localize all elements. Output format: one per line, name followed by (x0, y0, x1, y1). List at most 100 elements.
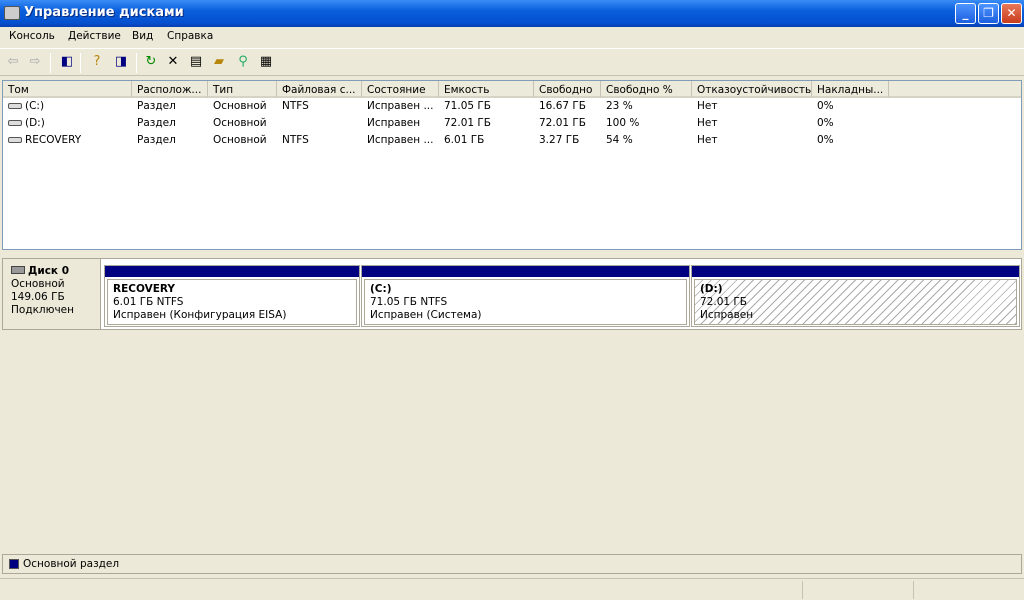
cell-text: 72.01 ГБ (539, 117, 587, 129)
menu-bar: Консоль Действие Вид Справка (0, 27, 1024, 47)
cell-free-percent: 54 % (601, 132, 692, 149)
primary-partition-bar (362, 266, 689, 277)
menu-action[interactable]: Действие (68, 30, 121, 42)
cell-capacity: 71.05 ГБ (439, 98, 534, 115)
status-divider (802, 581, 803, 599)
cell-text: Раздел (137, 100, 176, 112)
separator (136, 53, 137, 73)
cell-free: 72.01 ГБ (534, 115, 601, 132)
cell-text: 6.01 ГБ (444, 134, 485, 146)
table-row[interactable]: (C:) Раздел Основной NTFS Исправен ... 71.05 … (3, 98, 1021, 115)
cell-text: Нет (697, 100, 718, 112)
show-hide-action-pane-icon[interactable]: ◨ (112, 53, 130, 71)
cell-text: Раздел (137, 117, 176, 129)
column-header-layout[interactable]: Располож... (132, 81, 208, 98)
cell-capacity: 6.01 ГБ (439, 132, 534, 149)
cell-volume: RECOVERY (3, 132, 132, 149)
show-hide-console-tree-icon[interactable]: ◧ (58, 53, 76, 71)
disk-type: Основной (11, 278, 65, 290)
cell-status: Исправен ... (362, 98, 439, 115)
explore-icon[interactable]: ⚲ (234, 53, 252, 71)
column-header-filler (889, 81, 1021, 98)
menu-view[interactable]: Вид (132, 30, 153, 42)
legend-label: Основной раздел (23, 558, 120, 570)
cell-text: Основной (213, 100, 267, 112)
column-header-free-percent[interactable]: Свободно % (601, 81, 692, 98)
status-divider (913, 581, 914, 599)
cell-text: NTFS (282, 100, 309, 112)
cell-text: 0% (817, 134, 834, 146)
disk-status: Подключен (11, 304, 74, 316)
settings-icon[interactable]: ▦ (257, 53, 275, 71)
cell-fault-tolerance: Нет (692, 132, 812, 149)
cell-type: Основной (208, 98, 277, 115)
cell-fault-tolerance: Нет (692, 98, 812, 115)
cell-type: Основной (208, 115, 277, 132)
cell-layout: Раздел (132, 98, 208, 115)
column-header-capacity[interactable]: Емкость (439, 81, 534, 98)
cell-overhead: 0% (812, 132, 889, 149)
cell-overhead: 0% (812, 98, 889, 115)
disk-0-info[interactable]: Диск 0 Основной 149.06 ГБ Подключен (3, 259, 101, 329)
column-header-fault-tolerance[interactable]: Отказоустойчивость (692, 81, 812, 98)
disk-graphical-view: Диск 0 Основной 149.06 ГБ Подключен RECO… (2, 258, 1022, 330)
title-bar: Управление дисками _ ❐ ✕ (0, 0, 1024, 27)
cell-text: Нет (697, 134, 718, 146)
cell-type: Основной (208, 132, 277, 149)
column-header-status[interactable]: Состояние (362, 81, 439, 98)
cell-text: 3.27 ГБ (539, 134, 580, 146)
primary-partition-swatch (9, 559, 19, 569)
refresh-icon[interactable]: ↻ (142, 53, 160, 71)
maximize-button[interactable]: ❐ (978, 3, 999, 24)
partition-recovery[interactable]: RECOVERY 6.01 ГБ NTFS Исправен (Конфигурац… (104, 265, 360, 327)
legend: Основной раздел (2, 554, 1022, 574)
help-icon[interactable]: ? (88, 53, 106, 71)
cell-text: Исправен (367, 117, 421, 129)
cell-fault-tolerance: Нет (692, 115, 812, 132)
cell-volume: (C:) (3, 98, 132, 115)
forward-icon[interactable]: ⇨ (26, 53, 44, 71)
partition-status: Исправен (700, 309, 754, 321)
primary-partition-bar (105, 266, 359, 277)
cell-overhead: 0% (812, 115, 889, 132)
cell-text: Основной (213, 117, 267, 129)
partition-d[interactable]: (D:) 72.01 ГБ Исправен (691, 265, 1020, 327)
close-button[interactable]: ✕ (1001, 3, 1022, 24)
back-icon[interactable]: ⇦ (4, 53, 22, 71)
separator (50, 53, 51, 73)
drive-icon (8, 120, 22, 126)
column-header-type[interactable]: Тип (208, 81, 277, 98)
cell-capacity: 72.01 ГБ (439, 115, 534, 132)
primary-partition-bar (692, 266, 1019, 277)
table-row[interactable]: (D:) Раздел Основной Исправен 72.01 ГБ 72.01 … (3, 115, 1021, 132)
column-header-volume[interactable]: Том (3, 81, 132, 98)
partition-c[interactable]: (C:) 71.05 ГБ NTFS Исправен (Система) (361, 265, 690, 327)
toolbar: ⇦ ⇨ ◧ ? ◨ ↻ ✕ ▤ ▰ ⚲ ▦ (0, 48, 1024, 76)
minimize-button[interactable]: _ (955, 3, 976, 24)
cell-text: 54 % (606, 134, 633, 146)
menu-console[interactable]: Консоль (9, 30, 55, 42)
cell-text: 16.67 ГБ (539, 100, 587, 112)
separator (80, 53, 81, 73)
cell-text: 72.01 ГБ (444, 117, 492, 129)
disk-size: 149.06 ГБ (11, 291, 65, 303)
window-title: Управление дисками (24, 5, 184, 20)
cell-text: NTFS (282, 134, 309, 146)
cell-text: (C:) (25, 100, 45, 112)
cell-filesystem: NTFS (277, 98, 362, 115)
table-row[interactable]: RECOVERY Раздел Основной NTFS Исправен ... 6.… (3, 132, 1021, 149)
column-header-free[interactable]: Свободно (534, 81, 601, 98)
column-header-filesystem[interactable]: Файловая с... (277, 81, 362, 98)
properties-icon[interactable]: ▤ (187, 53, 205, 71)
disk-management-icon (4, 6, 20, 20)
status-bar (0, 578, 1024, 600)
menu-help[interactable]: Справка (167, 30, 213, 42)
cell-status: Исправен (362, 115, 439, 132)
cell-text: RECOVERY (25, 134, 82, 146)
cell-text: Исправен ... (367, 100, 434, 112)
column-header-overhead[interactable]: Накладны... (812, 81, 889, 98)
open-folder-icon[interactable]: ▰ (210, 53, 228, 71)
partition-status: Исправен (Конфигурация EISA) (113, 309, 287, 321)
cell-text: 71.05 ГБ (444, 100, 492, 112)
delete-icon[interactable]: ✕ (164, 53, 182, 71)
